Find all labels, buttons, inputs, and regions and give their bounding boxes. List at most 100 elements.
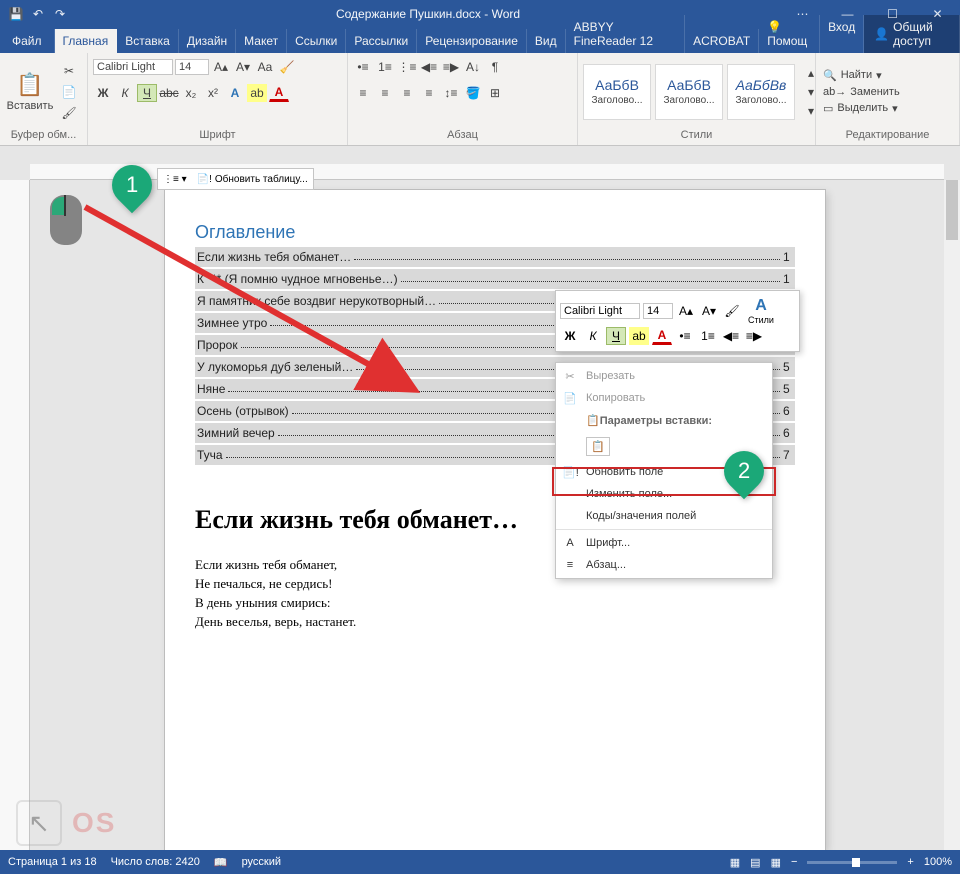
text-effects-icon[interactable]: A [225,84,245,102]
font-name-select[interactable]: Calibri Light [93,59,173,75]
grow-font-icon[interactable]: A▴ [211,58,231,76]
tab-insert[interactable]: Вставка [117,29,179,53]
zoom-slider[interactable] [807,861,897,864]
paste-button[interactable]: 📋 Вставить [5,72,55,112]
body-line[interactable]: День веселья, верь, настанет. [195,614,795,630]
mini-italic[interactable]: К [583,327,603,345]
toc-update-button[interactable]: 📄! Обновить таблицу... [192,174,313,185]
ctx-field-codes[interactable]: Коды/значения полей [556,505,772,527]
cut-icon[interactable]: ✂ [59,62,79,80]
align-center-icon[interactable]: ≡ [375,84,395,102]
mini-font-color[interactable]: A [652,327,672,345]
status-proofing-icon[interactable]: 📖 [214,856,228,869]
mini-shrink-font[interactable]: A▾ [699,302,719,320]
group-styles-label: Стили [583,127,810,145]
zoom-level[interactable]: 100% [924,856,952,868]
mini-format-painter[interactable]: 🖌 [722,302,742,320]
multilevel-icon[interactable]: ⋮≡ [397,58,417,76]
superscript-button[interactable]: x² [203,84,223,102]
toc-line[interactable]: К *** (Я помню чудное мгновенье…)1 [195,269,795,289]
mini-highlight[interactable]: ab [629,327,649,345]
change-case-icon[interactable]: Aa [255,58,275,76]
italic-button[interactable]: К [115,84,135,102]
ctx-font[interactable]: AШрифт... [556,532,772,554]
tab-view[interactable]: Вид [527,29,566,53]
ruler-vertical[interactable] [0,180,30,850]
zoom-out-button[interactable]: − [791,856,797,868]
mini-grow-font[interactable]: A▴ [676,302,696,320]
mini-underline[interactable]: Ч [606,327,626,345]
replace-button[interactable]: ab→ Заменить [821,85,902,99]
mini-outdent[interactable]: ◀≡ [721,327,741,345]
mini-font-name[interactable]: Calibri Light [560,303,640,319]
status-language[interactable]: русский [242,856,281,868]
tab-layout[interactable]: Макет [236,29,287,53]
body-line[interactable]: В день уныния смирись: [195,595,795,611]
indent-icon[interactable]: ≡▶ [441,58,461,76]
justify-icon[interactable]: ≡ [419,84,439,102]
ctx-copy[interactable]: 📄Копировать [556,387,772,409]
highlight-icon[interactable]: ab [247,84,267,102]
tab-review[interactable]: Рецензирование [417,29,527,53]
font-color-icon[interactable]: A [269,84,289,102]
toc-handle-icon[interactable]: ⋮≡ ▾ [158,174,192,185]
document-workspace: ⋮≡ ▾ 📄! Обновить таблицу... Оглавление Е… [0,164,960,850]
view-print-icon[interactable]: ▤ [750,856,760,869]
mini-indent[interactable]: ≡▶ [744,327,764,345]
underline-button[interactable]: Ч [137,84,157,102]
shading-icon[interactable]: 🪣 [463,84,483,102]
copy-icon[interactable]: 📄 [59,83,79,101]
show-marks-icon[interactable]: ¶ [485,58,505,76]
sort-icon[interactable]: A↓ [463,58,483,76]
find-button[interactable]: 🔍 Найти ▾ [821,68,902,83]
style-heading2[interactable]: АаБбВЗаголово... [655,64,723,120]
shrink-font-icon[interactable]: A▾ [233,58,253,76]
borders-icon[interactable]: ⊞ [485,84,505,102]
view-read-icon[interactable]: ▦ [730,856,740,869]
tab-design[interactable]: Дизайн [179,29,236,53]
styles-gallery[interactable]: АаБбВЗаголово... АаБбВЗаголово... АаБбВв… [583,64,795,120]
toc-line[interactable]: Если жизнь тебя обманет…1 [195,247,795,267]
strike-button[interactable]: abc [159,84,179,102]
mini-styles-icon[interactable]: A [755,297,767,315]
tab-references[interactable]: Ссылки [287,29,346,53]
style-heading1[interactable]: АаБбВЗаголово... [583,64,651,120]
tab-home[interactable]: Главная [55,29,118,53]
tab-file[interactable]: Файл [0,29,55,53]
tab-mailings[interactable]: Рассылки [346,29,417,53]
redo-icon[interactable]: ↷ [52,6,68,22]
status-words[interactable]: Число слов: 2420 [111,856,200,868]
ctx-paragraph[interactable]: ≡Абзац... [556,554,772,576]
close-button[interactable]: ✕ [915,0,960,28]
style-heading3[interactable]: АаБбВвЗаголово... [727,64,795,120]
outdent-icon[interactable]: ◀≡ [419,58,439,76]
mini-font-size[interactable]: 14 [643,303,673,319]
bold-button[interactable]: Ж [93,84,113,102]
scrollbar-vertical[interactable] [944,180,960,850]
status-page[interactable]: Страница 1 из 18 [8,856,97,868]
bullets-icon[interactable]: •≡ [353,58,373,76]
mini-bullets[interactable]: •≡ [675,327,695,345]
tab-acrobat[interactable]: ACROBAT [685,29,759,53]
align-right-icon[interactable]: ≡ [397,84,417,102]
zoom-in-button[interactable]: + [907,856,913,868]
save-icon[interactable]: 💾 [8,6,24,22]
ctx-cut[interactable]: ✂Вырезать [556,365,772,387]
ribbon-options-icon[interactable]: ⋯ [780,0,825,28]
line-spacing-icon[interactable]: ↕≡ [441,84,461,102]
format-painter-icon[interactable]: 🖌 [59,104,79,122]
minimize-button[interactable]: — [825,0,870,28]
select-button[interactable]: ▭ Выделить ▾ [821,101,902,116]
align-left-icon[interactable]: ≡ [353,84,373,102]
scissors-icon: ✂ [562,370,578,383]
font-size-select[interactable]: 14 [175,59,209,75]
toc-title: Оглавление [195,222,795,243]
maximize-button[interactable]: ☐ [870,0,915,28]
mini-numbering[interactable]: 1≡ [698,327,718,345]
subscript-button[interactable]: x₂ [181,84,201,102]
undo-icon[interactable]: ↶ [30,6,46,22]
mini-bold[interactable]: Ж [560,327,580,345]
numbering-icon[interactable]: 1≡ [375,58,395,76]
view-web-icon[interactable]: ▦ [771,856,781,869]
clear-format-icon[interactable]: 🧹 [277,58,297,76]
